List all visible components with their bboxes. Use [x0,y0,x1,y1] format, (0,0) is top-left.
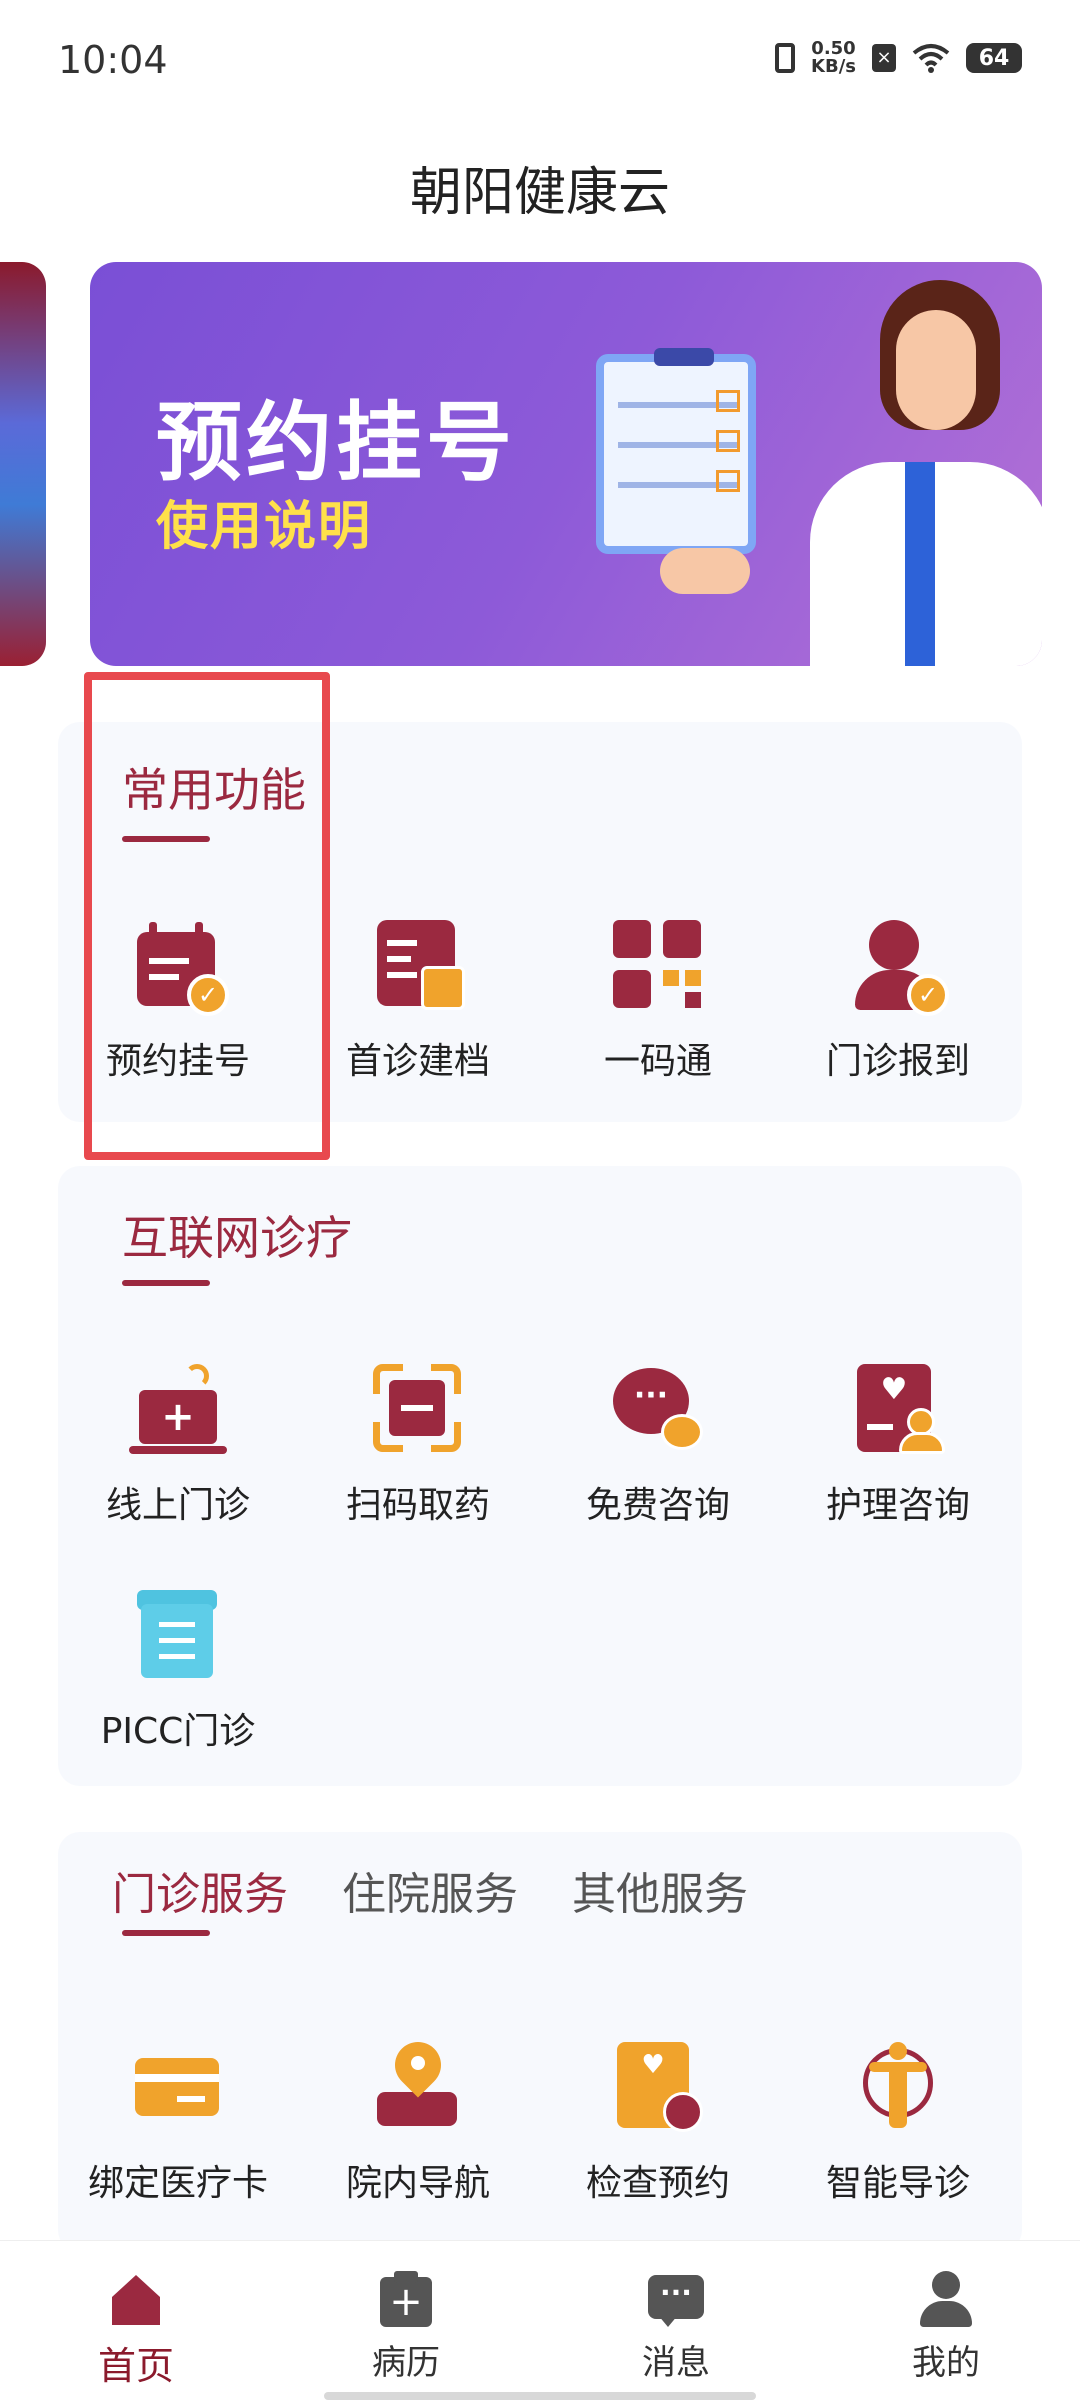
grid-item-smart-guide[interactable]: 智能导诊 [778,2042,1018,2206]
banner-prev-slide[interactable] [0,262,46,666]
grid-item-bind-card[interactable]: 绑定医疗卡 [58,2042,298,2206]
chat-bubbles-icon: ··· [613,1364,703,1454]
grid-item-exam-appointment[interactable]: ♥ 检查预约 [538,2042,778,2206]
grid-item-label: 院内导航 [345,2163,490,2204]
grid-item-scan-medicine[interactable]: 扫码取药 [298,1362,538,1528]
status-time: 10:04 [58,38,168,82]
vibrate-icon [775,43,796,73]
highlight-box [84,672,330,1160]
service-tabs: 门诊服务 住院服务 其他服务 [112,1858,748,1922]
profile-card-icon [373,920,465,1010]
qr-code-icon [613,920,703,1010]
nav-item-medical-record[interactable]: + 病历 [306,2271,506,2384]
tab-outpatient-services[interactable]: 门诊服务 [112,1858,288,1922]
grid-item-online-clinic[interactable]: + 线上门诊 [58,1364,298,1528]
home-icon [108,2271,164,2327]
user-icon [918,2271,974,2327]
grid-item-qr-pass[interactable]: 一码通 [538,920,778,1084]
grid-item-label: 线上门诊 [105,1485,250,1526]
hand-illustration [660,548,750,594]
banner-subtitle: 使用说明 [156,497,373,557]
net-speed: 0.50 KB/s [811,38,856,77]
grid-item-label: 检查预约 [585,2163,730,2204]
grid-item-label: 首诊建档 [345,1041,490,1082]
status-bar: 10:04 0.50 KB/s × 64 [0,0,1080,128]
laptop-medical-icon: + [129,1364,227,1454]
clock-report-icon: ♥ [613,2042,703,2132]
tab-inpatient-services[interactable]: 住院服务 [342,1858,518,1922]
grid-item-label: 护理咨询 [825,1485,970,1526]
section-underline [122,1280,210,1286]
grid-item-label: 一码通 [603,1041,712,1082]
grid-item-navigation[interactable]: 院内导航 [298,2032,538,2206]
wifi-icon [912,44,950,73]
status-icons: 0.50 KB/s × 64 [775,40,1022,76]
nav-item-profile[interactable]: 我的 [846,2271,1046,2384]
body-guide-icon [853,2042,943,2132]
grid-item-label: 免费咨询 [585,1485,730,1526]
message-icon: ··· [648,2271,704,2327]
clipboard-illustration [596,348,756,554]
document-list-icon [133,1590,223,1680]
section-title: 互联网诊疗 [122,1211,352,1265]
grid-item-label: 智能导诊 [825,2163,970,2204]
grid-item-label: 门诊报到 [825,1041,970,1082]
home-indicator[interactable] [324,2392,756,2400]
nurse-consult-icon: ♥ [853,1364,945,1454]
grid-item-first-visit[interactable]: 首诊建档 [298,920,538,1084]
grid-item-label: 绑定医疗卡 [87,2163,268,2204]
nav-item-home[interactable]: 首页 [36,2271,236,2390]
tab-other-services[interactable]: 其他服务 [572,1858,748,1922]
scan-icon [371,1362,463,1454]
grid-item-label: PICC门诊 [100,1711,256,1752]
no-sim-icon: × [872,44,896,72]
grid-item-label: 扫码取药 [345,1485,490,1526]
page-title: 朝阳健康云 [409,163,670,223]
internet-clinic-card: 互联网诊疗 + 线上门诊 扫码取药 ··· 免费咨询 ♥ 护理咨询 PICC门诊 [58,1166,1022,1786]
bottom-nav: 首页 + 病历 ··· 消息 我的 [0,2240,1080,2408]
banner-slide[interactable]: 预约挂号 使用说明 [90,262,1042,666]
banner-title: 预约挂号 [156,393,516,493]
map-pin-icon [373,2032,463,2132]
medical-record-icon: + [378,2271,434,2327]
grid-item-picc-clinic[interactable]: PICC门诊 [58,1590,298,1754]
nav-item-messages[interactable]: ··· 消息 [576,2271,776,2384]
battery-icon: 64 [966,43,1022,73]
grid-item-free-consult[interactable]: ··· 免费咨询 [538,1364,778,1528]
card-icon [133,2042,223,2132]
tab-underline [122,1930,210,1936]
grid-item-checkin[interactable]: ✓ 门诊报到 [778,920,1018,1084]
grid-item-nursing-consult[interactable]: ♥ 护理咨询 [778,1364,1018,1528]
user-check-icon: ✓ [853,920,949,1016]
